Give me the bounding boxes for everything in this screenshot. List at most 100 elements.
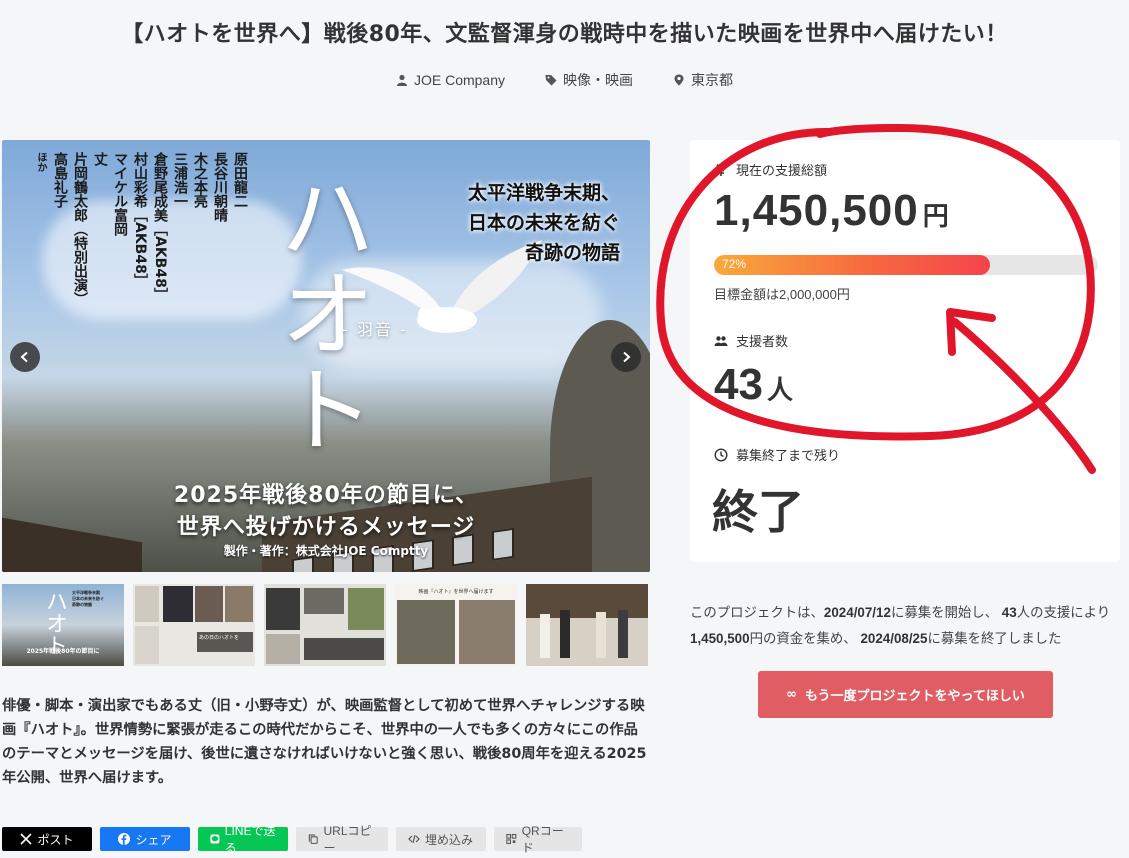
request-again-label: もう一度プロジェクトをやってほしい bbox=[804, 689, 1025, 704]
project-meta: JOE Company 映像・映画 東京都 bbox=[0, 70, 1129, 90]
share-facebook-label: シェア bbox=[135, 832, 172, 847]
owner-name: JOE Company bbox=[413, 72, 506, 88]
category-name: 映像・映画 bbox=[563, 72, 634, 88]
yen-icon bbox=[716, 163, 726, 176]
summary-text: 人の支援により bbox=[1016, 605, 1111, 620]
copy-url-label: URLコピー bbox=[323, 824, 372, 855]
cast-name: 長谷川朝晴 bbox=[212, 152, 228, 222]
share-bar: ポスト シェア LINEで送る URLコピー 埋め込み QRコード bbox=[2, 824, 582, 855]
backers-count-value: 43 bbox=[714, 360, 763, 409]
cast-list: 原田龍二 長谷川朝晴 木之本亮 三浦浩一 倉野尾成美［AKB48］ 村山彩希［A… bbox=[32, 152, 248, 306]
thumbnail-text: 奇跡の物語 bbox=[72, 602, 92, 607]
embed-button[interactable]: 埋め込み bbox=[396, 827, 486, 851]
location-link[interactable]: 東京都 bbox=[673, 70, 733, 90]
summary-text: に募集を開始し、 bbox=[890, 605, 1002, 620]
thumbnail-caption: あの日のハオトを bbox=[199, 635, 240, 641]
chevron-right-icon bbox=[623, 351, 631, 363]
infinity-icon: ∞ bbox=[786, 687, 797, 702]
film-message: 2025年戦後80年の節目に、 世界へ投げかけるメッセージ bbox=[2, 480, 650, 544]
cast-name: 丈 bbox=[92, 152, 108, 166]
tag-icon bbox=[545, 75, 557, 86]
film-credit: 製作・著作：株式会社JOE Comptty bbox=[223, 544, 429, 558]
summary-start-date: 2024/07/12 bbox=[823, 605, 891, 620]
message-line: 世界へ投げかけるメッセージ bbox=[176, 515, 476, 540]
main-image-slider[interactable]: 原田龍二 長谷川朝晴 木之本亮 三浦浩一 倉野尾成美［AKB48］ 村山彩希［A… bbox=[2, 140, 650, 572]
clock-icon bbox=[714, 447, 728, 462]
request-again-button[interactable]: ∞ もう一度プロジェクトをやってほしい bbox=[758, 671, 1053, 718]
cast-name: 倉野尾成美［AKB48］ bbox=[152, 152, 168, 302]
share-x-button[interactable]: ポスト bbox=[2, 827, 92, 851]
qr-code-label: QRコード bbox=[521, 824, 564, 855]
backers-count: 43 人 bbox=[714, 360, 793, 410]
funding-progress-bar: 72% bbox=[714, 255, 1098, 275]
project-description: 俳優・脚本・演出家でもある丈（旧・小野寺丈）が、映画監督として初めて世界へチャレ… bbox=[2, 698, 647, 786]
tagline-line: 日本の未来を紡ぐ bbox=[467, 212, 620, 234]
total-amount: 1,450,500 円 bbox=[714, 186, 950, 236]
summary-end-date: 2024/08/25 bbox=[860, 631, 928, 646]
summary-text: 円の資金を集め、 bbox=[749, 631, 861, 646]
slider-prev-button[interactable] bbox=[10, 342, 40, 372]
cast-name: 三浦浩一 bbox=[172, 152, 188, 208]
message-line: 2025年戦後80年の節目に、 bbox=[173, 483, 479, 508]
goal-amount: 目標金額は2,000,000円 bbox=[714, 287, 850, 302]
line-icon bbox=[210, 834, 220, 844]
thumbnail-2[interactable]: あの日のハオトを bbox=[133, 584, 255, 666]
embed-label: 埋め込み bbox=[425, 832, 474, 847]
summary-amount: 1,450,500 bbox=[690, 631, 750, 646]
users-icon bbox=[714, 335, 728, 346]
thumbnail-strip: 太平洋戦争末期 日本の未来を紡ぐ 奇跡の物語 ハオト 2025年戦後80年の節目… bbox=[2, 584, 648, 666]
cast-name: 片岡鶴太郎（特別出演） bbox=[72, 152, 88, 306]
page-title: 【ハオトを世界へ】戦後80年、文監督渾身の戦時中を描いた映画を世界中へ届けたい！ bbox=[121, 22, 1008, 47]
total-amount-label-text: 現在の支援総額 bbox=[736, 163, 828, 178]
share-facebook-button[interactable]: シェア bbox=[100, 827, 190, 851]
share-line-label: LINEで送る bbox=[224, 824, 276, 855]
tagline-line: 奇跡の物語 bbox=[524, 242, 620, 264]
x-logo-icon bbox=[20, 833, 33, 845]
funding-stats-card: 現在の支援総額 1,450,500 円 72% 目標金額は2,000,000円 支… bbox=[690, 140, 1120, 562]
summary-backers: 43 bbox=[1001, 605, 1017, 620]
backers-count-unit: 人 bbox=[766, 375, 793, 405]
cast-name: 村山彩希［AKB48］ bbox=[132, 152, 148, 288]
chevron-left-icon bbox=[20, 351, 28, 363]
backers-label-text: 支援者数 bbox=[736, 334, 789, 349]
tagline-line: 太平洋戦争末期、 bbox=[467, 182, 620, 204]
copy-icon bbox=[308, 834, 318, 844]
facebook-icon bbox=[118, 833, 131, 845]
total-amount-unit: 円 bbox=[922, 201, 950, 231]
qr-code-icon bbox=[506, 833, 517, 845]
code-icon bbox=[408, 834, 420, 844]
cast-name: 木之本亮 bbox=[192, 152, 208, 208]
cast-name: マイケル富岡 bbox=[112, 152, 128, 236]
category-link[interactable]: 映像・映画 bbox=[545, 70, 633, 90]
cast-name: ほか bbox=[35, 152, 46, 172]
thumbnail-caption: 映画『ハオト』を世界へ届けます bbox=[418, 589, 494, 595]
thumbnail-1[interactable]: 太平洋戦争末期 日本の未来を紡ぐ 奇跡の物語 ハオト 2025年戦後80年の節目… bbox=[2, 584, 124, 666]
thumbnail-4[interactable]: 映画『ハオト』を世界へ届けます bbox=[395, 584, 517, 666]
remaining-label-text: 募集終了まで残り bbox=[736, 448, 841, 463]
user-icon bbox=[396, 74, 407, 86]
share-line-button[interactable]: LINEで送る bbox=[198, 824, 288, 855]
thumbnail-5[interactable] bbox=[526, 584, 648, 666]
cast-name: 原田龍二 bbox=[232, 152, 248, 208]
share-x-label: ポスト bbox=[37, 832, 74, 847]
owner-link[interactable]: JOE Company bbox=[396, 70, 505, 90]
location-pin-icon bbox=[674, 74, 684, 86]
remaining-value: 終了 bbox=[712, 485, 804, 539]
progress-percent: 72% bbox=[722, 257, 747, 271]
film-tagline: 太平洋戦争末期、 日本の未来を紡ぐ 奇跡の物語 bbox=[468, 178, 620, 268]
remaining-label: 募集終了まで残り bbox=[714, 445, 840, 464]
project-summary: このプロジェクトは、2024/07/12に募集を開始し、 43人の支援により 1… bbox=[690, 600, 1126, 652]
backers-label: 支援者数 bbox=[714, 331, 788, 350]
progress-fill bbox=[714, 255, 991, 275]
summary-text: このプロジェクトは、 bbox=[690, 605, 824, 620]
film-subtitle: - 羽音 - bbox=[342, 320, 408, 339]
total-amount-value: 1,450,500 bbox=[714, 186, 919, 235]
film-title: ハオト bbox=[263, 168, 375, 456]
location-name: 東京都 bbox=[691, 72, 734, 88]
summary-text: に募集を終了しました bbox=[927, 631, 1062, 646]
copy-url-button[interactable]: URLコピー bbox=[296, 824, 388, 855]
total-amount-label: 現在の支援総額 bbox=[714, 160, 827, 179]
qr-code-button[interactable]: QRコード bbox=[494, 824, 582, 855]
slider-next-button[interactable] bbox=[611, 342, 641, 372]
thumbnail-3[interactable] bbox=[264, 584, 386, 666]
